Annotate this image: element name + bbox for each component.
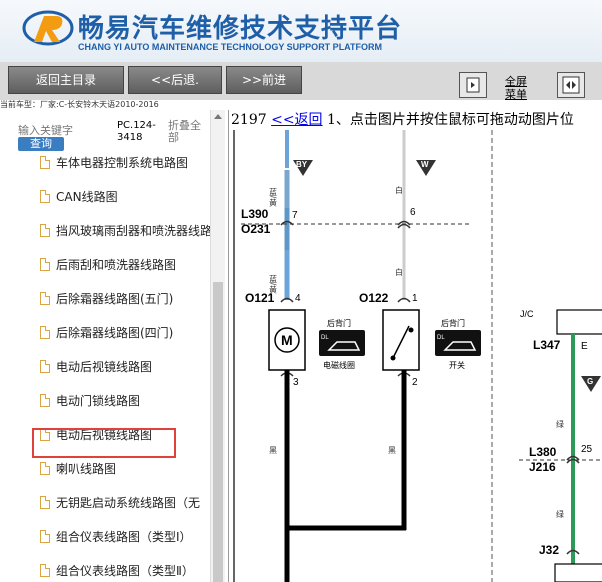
tree-item[interactable]: 后除霜器线路图(四门) xyxy=(40,324,210,342)
document-icon xyxy=(40,190,50,203)
tree-item[interactable]: 后除霜器线路图(五门) xyxy=(40,290,210,308)
return-link[interactable]: <<返回 xyxy=(271,112,322,128)
tailgate-tag: DL xyxy=(321,335,329,341)
expand-panel-button[interactable] xyxy=(459,72,487,98)
back-button[interactable]: <<后退. xyxy=(128,66,222,94)
pin-label: 3 xyxy=(293,377,299,388)
tree-scrollbar[interactable] xyxy=(210,110,225,582)
search-button[interactable]: 查询 xyxy=(18,137,64,151)
tree-item[interactable]: 喇叭线路图 xyxy=(40,460,210,478)
connector-chevron xyxy=(280,297,294,303)
component-label: 电磁线圈 xyxy=(323,360,355,370)
wire-color-label: 绿 xyxy=(556,420,565,428)
diagram-panel: 2197 <<返回 1、点击图片并按住鼠标可拖动动图片位 BY W 蓝/黄 白 … xyxy=(228,110,602,582)
tree-item[interactable]: 无钥匙启动系统线路图（无 xyxy=(40,494,210,512)
forward-button[interactable]: >>前进 xyxy=(226,66,302,94)
wire-color-label: 黑 xyxy=(269,446,278,455)
pin-label: 7 xyxy=(292,210,298,221)
tree-item[interactable]: 电动后视镜线路图 xyxy=(40,358,210,376)
scroll-thumb[interactable] xyxy=(213,282,223,582)
wire-color-label: 蓝/黄 xyxy=(269,187,278,207)
pin-label: 6 xyxy=(410,207,416,218)
motor-label: M xyxy=(281,332,293,348)
component-box xyxy=(554,563,602,582)
jc-label: J/C xyxy=(520,309,534,319)
tailgate-switch-box xyxy=(382,309,420,371)
connector-label: O121 xyxy=(245,291,275,305)
vehicle-info: 当前车型：厂家:C-长安铃木天语2010-2016 xyxy=(0,100,159,109)
connector-label: J32 xyxy=(539,543,559,557)
tailgate-icon xyxy=(435,330,481,356)
document-tree: 车体电器控制系统电路图 CAN线路图 挡风玻璃雨刮器和喷洗器线路图 后雨刮和喷洗… xyxy=(0,154,210,582)
pin-label: 25 xyxy=(581,444,593,455)
selection-highlight xyxy=(32,428,176,458)
scroll-up-icon[interactable] xyxy=(214,114,222,119)
tree-item[interactable]: CAN线路图 xyxy=(40,188,210,206)
pin-label: 4 xyxy=(295,293,301,304)
wire-color-label: 白 xyxy=(395,185,404,195)
connector-chevron xyxy=(397,297,411,303)
tree-item[interactable]: 后雨刮和喷洗器线路图 xyxy=(40,256,210,274)
platform-title: 畅易汽车维修技术支持平台 xyxy=(78,14,403,44)
connector-label: O122 xyxy=(359,291,389,305)
connector-label: L347 xyxy=(533,338,561,352)
document-icon xyxy=(40,258,50,271)
connector-label: L380 xyxy=(529,445,557,459)
fullscreen-button[interactable] xyxy=(557,72,585,98)
document-icon xyxy=(40,326,50,339)
component-label: 后背门 xyxy=(327,318,351,328)
panel-toggle-icon xyxy=(466,77,480,93)
component-label: 开关 xyxy=(449,360,465,370)
jc-box xyxy=(556,309,602,335)
document-icon xyxy=(40,360,50,373)
pin-label: E xyxy=(581,341,588,352)
wire-color-label: 白 xyxy=(395,267,404,277)
component-label: 后背门 xyxy=(441,318,465,328)
pin-label: 1 xyxy=(412,293,418,304)
fullscreen-menu-link[interactable]: 全屏菜单 xyxy=(505,75,537,101)
tailgate-tag: DL xyxy=(437,335,445,341)
instruction-text: 1、点击图片并按住鼠标可拖动动图片位 xyxy=(327,112,574,128)
fullscreen-icon xyxy=(562,76,580,94)
page-number: 2197 xyxy=(231,112,267,128)
diagram-info-line: 2197 <<返回 1、点击图片并按住鼠标可拖动动图片位 xyxy=(231,110,602,130)
document-icon xyxy=(40,394,50,407)
app-header: 畅易汽车维修技术支持平台 CHANG YI AUTO MAINTENANCE T… xyxy=(0,0,602,62)
toolbar: 返回主目录 <<后退. >>前进 全屏菜单 xyxy=(0,62,602,101)
document-icon xyxy=(40,224,50,237)
connector-label: L390 xyxy=(241,207,269,221)
tree-item-selected[interactable]: 电动门锁线路图 xyxy=(40,392,210,410)
document-icon xyxy=(40,462,50,475)
pin-label: 2 xyxy=(412,377,418,388)
tree-item[interactable]: 组合仪表线路图（类型Ⅰ） xyxy=(40,528,210,546)
connector-label: J216 xyxy=(529,460,556,474)
connector-by-label: BY xyxy=(296,160,308,169)
left-panel: 输入关键字 查询 PC.124-3418 折叠全部 车体电器控制系统电路图 CA… xyxy=(0,110,226,582)
document-icon xyxy=(40,156,50,169)
tree-item[interactable]: 车体电器控制系统电路图 xyxy=(40,154,210,172)
tailgate-icon xyxy=(319,330,365,356)
search-input[interactable]: 输入关键字 xyxy=(18,122,73,138)
tree-item[interactable]: 组合仪表线路图（类型Ⅱ） xyxy=(40,562,210,580)
document-icon xyxy=(40,564,50,577)
connector-g-label: G xyxy=(587,377,593,386)
logo-icon xyxy=(22,10,74,46)
home-button[interactable]: 返回主目录 xyxy=(8,66,124,94)
wire-color-label: 黑 xyxy=(388,446,397,455)
wire-color-label: 绿 xyxy=(556,510,565,518)
connector-w-label: W xyxy=(421,160,429,169)
wiring-diagram[interactable]: BY W 蓝/黄 白 L390 O231 7 6 蓝/黄 白 O121 O122… xyxy=(229,130,602,582)
platform-subtitle: CHANG YI AUTO MAINTENANCE TECHNOLOGY SUP… xyxy=(78,42,383,52)
collapse-all-link[interactable]: 折叠全部 xyxy=(168,120,208,144)
document-icon xyxy=(40,496,50,509)
document-icon xyxy=(40,530,50,543)
document-icon xyxy=(40,292,50,305)
pc-number: PC.124-3418 xyxy=(117,120,156,143)
tree-item[interactable]: 挡风玻璃雨刮器和喷洗器线路图 xyxy=(40,222,210,240)
